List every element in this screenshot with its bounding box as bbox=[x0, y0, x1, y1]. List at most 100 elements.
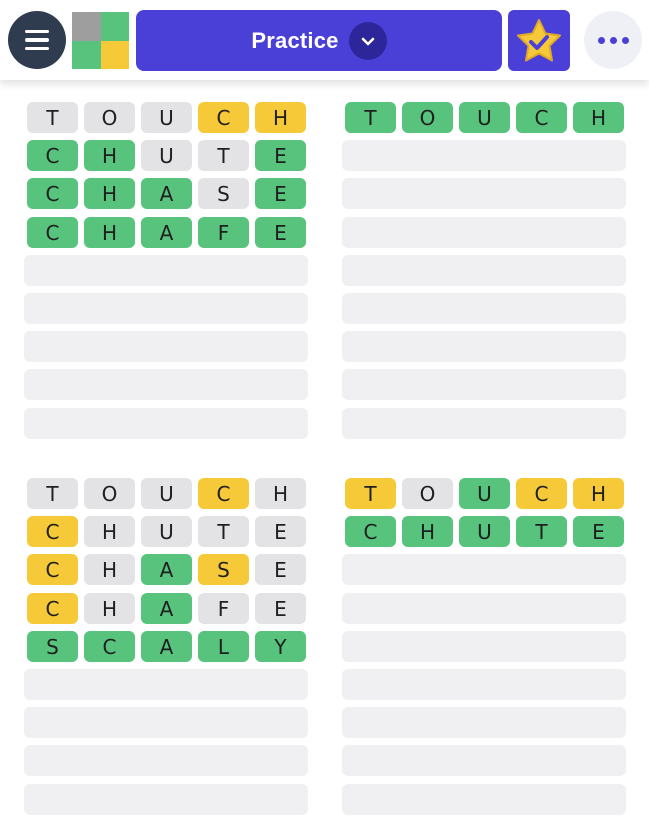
letter-tile: O bbox=[402, 478, 453, 509]
hamburger-icon-line bbox=[25, 29, 49, 34]
empty-row bbox=[24, 669, 308, 700]
empty-row bbox=[342, 140, 626, 171]
logo-square bbox=[72, 12, 101, 41]
more-horizontal-icon-dot bbox=[597, 36, 605, 44]
empty-row bbox=[342, 554, 626, 585]
empty-row bbox=[24, 369, 308, 400]
letter-tile: S bbox=[198, 554, 249, 585]
letter-tile: T bbox=[198, 516, 249, 547]
guess-row: TOUCH bbox=[24, 102, 308, 133]
letter-tile: C bbox=[198, 102, 249, 133]
letter-tile: T bbox=[345, 478, 396, 509]
letter-tile: U bbox=[141, 516, 192, 547]
empty-row bbox=[24, 784, 308, 815]
guess-row: CHUTE bbox=[342, 516, 626, 547]
guess-row: CHUTE bbox=[24, 140, 308, 171]
guess-row: CHAFE bbox=[24, 593, 308, 624]
letter-tile: F bbox=[198, 593, 249, 624]
letter-tile: E bbox=[255, 554, 306, 585]
chevron-down-icon bbox=[348, 21, 387, 60]
letter-tile: A bbox=[141, 178, 192, 209]
letter-tile: T bbox=[27, 478, 78, 509]
logo-square bbox=[100, 40, 129, 69]
letter-tile: E bbox=[573, 516, 624, 547]
letter-tile: C bbox=[27, 593, 78, 624]
logo-square bbox=[72, 40, 101, 69]
letter-tile: H bbox=[402, 516, 453, 547]
letter-tile: H bbox=[573, 478, 624, 509]
letter-tile: C bbox=[516, 478, 567, 509]
guess-row: CHAFE bbox=[24, 217, 308, 248]
letter-tile: C bbox=[516, 102, 567, 133]
letter-tile: C bbox=[27, 554, 78, 585]
more-horizontal-icon-dot bbox=[621, 36, 629, 44]
letter-tile: E bbox=[255, 178, 306, 209]
letter-tile: U bbox=[141, 140, 192, 171]
board-top-right: TOUCH bbox=[342, 102, 626, 439]
empty-row bbox=[342, 331, 626, 362]
empty-row bbox=[342, 217, 626, 248]
letter-tile: H bbox=[573, 102, 624, 133]
empty-row bbox=[342, 784, 626, 815]
empty-row bbox=[342, 669, 626, 700]
letter-tile: F bbox=[198, 217, 249, 248]
empty-row bbox=[342, 631, 626, 662]
empty-row bbox=[342, 745, 626, 776]
guess-row: TOUCH bbox=[24, 478, 308, 509]
logo-square bbox=[100, 12, 129, 41]
letter-tile: Y bbox=[255, 631, 306, 662]
letter-tile: U bbox=[459, 102, 510, 133]
empty-row bbox=[342, 255, 626, 286]
letter-tile: S bbox=[27, 631, 78, 662]
letter-tile: A bbox=[141, 554, 192, 585]
letter-tile: L bbox=[198, 631, 249, 662]
menu-button[interactable] bbox=[8, 11, 66, 69]
letter-tile: H bbox=[84, 217, 135, 248]
empty-row bbox=[24, 293, 308, 324]
mode-selector-button[interactable]: Practice bbox=[136, 10, 502, 71]
letter-tile: C bbox=[27, 217, 78, 248]
empty-row bbox=[342, 293, 626, 324]
letter-tile: C bbox=[345, 516, 396, 547]
letter-tile: A bbox=[141, 217, 192, 248]
letter-tile: U bbox=[141, 478, 192, 509]
letter-tile: A bbox=[141, 593, 192, 624]
letter-tile: H bbox=[84, 178, 135, 209]
star-check-icon bbox=[517, 18, 561, 61]
letter-tile: H bbox=[255, 102, 306, 133]
board-bottom-right: TOUCHCHUTE bbox=[342, 478, 626, 815]
letter-tile: T bbox=[198, 140, 249, 171]
letter-tile: A bbox=[141, 631, 192, 662]
letter-tile: C bbox=[27, 140, 78, 171]
guess-row: CHASE bbox=[24, 178, 308, 209]
app-logo[interactable] bbox=[72, 12, 129, 69]
letter-tile: H bbox=[84, 140, 135, 171]
letter-tile: C bbox=[27, 178, 78, 209]
empty-row bbox=[342, 369, 626, 400]
letter-tile: U bbox=[141, 102, 192, 133]
letter-tile: O bbox=[84, 478, 135, 509]
letter-tile: O bbox=[402, 102, 453, 133]
letter-tile: E bbox=[255, 593, 306, 624]
letter-tile: H bbox=[84, 516, 135, 547]
empty-row bbox=[342, 707, 626, 738]
hamburger-icon-line bbox=[25, 46, 49, 51]
empty-row bbox=[24, 255, 308, 286]
empty-row bbox=[24, 331, 308, 362]
empty-row bbox=[342, 593, 626, 624]
empty-row bbox=[24, 707, 308, 738]
board-top-left: TOUCHCHUTECHASECHAFE bbox=[24, 102, 308, 439]
letter-tile: T bbox=[345, 102, 396, 133]
top-bar: Practice bbox=[0, 0, 649, 80]
letter-tile: H bbox=[84, 554, 135, 585]
hamburger-icon-line bbox=[25, 38, 49, 42]
letter-tile: U bbox=[459, 478, 510, 509]
letter-tile: U bbox=[459, 516, 510, 547]
letter-tile: H bbox=[255, 478, 306, 509]
guess-row: TOUCH bbox=[342, 102, 626, 133]
stats-button[interactable] bbox=[508, 10, 570, 71]
guess-row: SCALY bbox=[24, 631, 308, 662]
guess-row: TOUCH bbox=[342, 478, 626, 509]
letter-tile: C bbox=[84, 631, 135, 662]
more-options-button[interactable] bbox=[584, 11, 642, 69]
